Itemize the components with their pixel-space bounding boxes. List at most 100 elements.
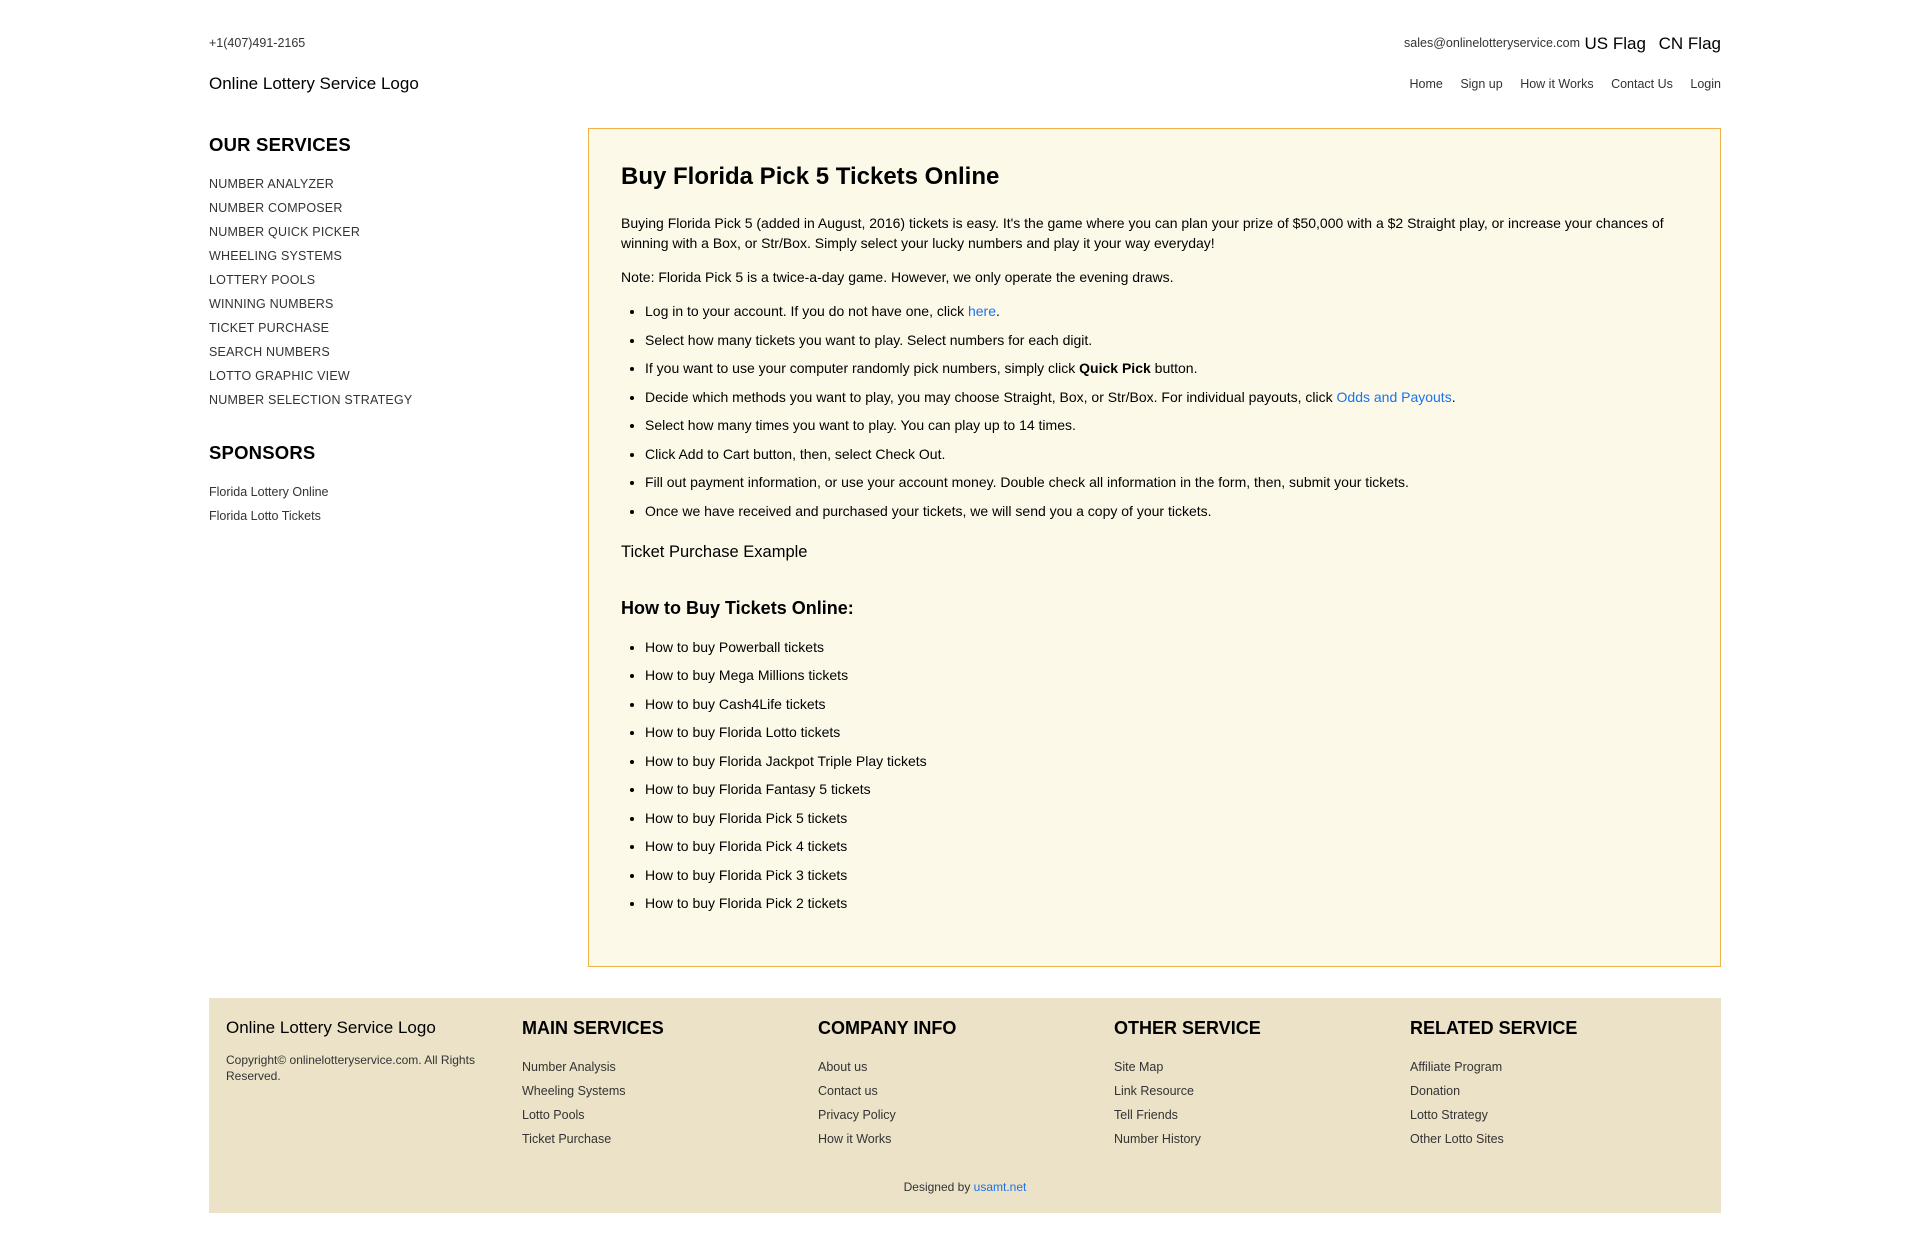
howto-item[interactable]: How to buy Powerball tickets: [645, 637, 1688, 657]
sidebar-item-search-numbers[interactable]: SEARCH NUMBERS: [209, 340, 569, 364]
sidebar-item-wheeling-systems[interactable]: WHEELING SYSTEMS: [209, 244, 569, 268]
footer-link-text[interactable]: Site Map: [1114, 1060, 1163, 1074]
sidebar-link[interactable]: WHEELING SYSTEMS: [209, 249, 342, 263]
footer-link-text[interactable]: Number Analysis: [522, 1060, 616, 1074]
howto-item[interactable]: How to buy Florida Fantasy 5 tickets: [645, 779, 1688, 799]
howto-item[interactable]: How to buy Florida Pick 3 tickets: [645, 865, 1688, 885]
cn-flag-icon[interactable]: CN Flag: [1659, 34, 1721, 53]
sponsor-link[interactable]: Florida Lottery Online: [209, 485, 329, 499]
step-text: .: [996, 303, 1000, 319]
designer-link[interactable]: usamt.net: [974, 1180, 1027, 1194]
sidebar-link[interactable]: SEARCH NUMBERS: [209, 345, 330, 359]
sidebar: OUR SERVICES NUMBER ANALYZER NUMBER COMP…: [209, 130, 569, 528]
footer-link-text[interactable]: Ticket Purchase: [522, 1132, 611, 1146]
us-flag-icon[interactable]: US Flag: [1584, 34, 1645, 53]
services-heading: OUR SERVICES: [209, 134, 351, 155]
footer-link-text[interactable]: Other Lotto Sites: [1410, 1132, 1504, 1146]
footer-link-text[interactable]: How it Works: [818, 1132, 891, 1146]
footer-link[interactable]: Link Resource: [1114, 1079, 1394, 1103]
howto-item[interactable]: How to buy Florida Pick 4 tickets: [645, 836, 1688, 856]
footer-link-text[interactable]: Lotto Pools: [522, 1108, 585, 1122]
footer-link-text[interactable]: Link Resource: [1114, 1084, 1194, 1098]
howto-item[interactable]: How to buy Mega Millions tickets: [645, 665, 1688, 685]
footer-col-related-service: RELATED SERVICE Affiliate Program Donati…: [1410, 1018, 1690, 1151]
footer-col-other-service: OTHER SERVICE Site Map Link Resource Tel…: [1114, 1018, 1394, 1151]
footer-link[interactable]: How it Works: [818, 1127, 1098, 1151]
howto-item[interactable]: How to buy Florida Pick 2 tickets: [645, 893, 1688, 913]
footer-link[interactable]: Number History: [1114, 1127, 1394, 1151]
intro-paragraph: Buying Florida Pick 5 (added in August, …: [621, 215, 1664, 251]
footer-link[interactable]: Lotto Strategy: [1410, 1103, 1690, 1127]
footer-link[interactable]: Contact us: [818, 1079, 1098, 1103]
footer-link-text[interactable]: Tell Friends: [1114, 1108, 1178, 1122]
sidebar-link[interactable]: NUMBER COMPOSER: [209, 201, 343, 215]
footer-col-title: COMPANY INFO: [818, 1018, 957, 1038]
odds-payouts-link[interactable]: Odds and Payouts: [1337, 389, 1452, 405]
sidebar-link[interactable]: NUMBER QUICK PICKER: [209, 225, 360, 239]
ticket-purchase-example: Ticket Purchase Example: [621, 542, 808, 561]
nav-home[interactable]: Home: [1409, 77, 1442, 91]
footer-col-title: OTHER SERVICE: [1114, 1018, 1261, 1038]
sidebar-item-lotto-graphic-view[interactable]: LOTTO GRAPHIC VIEW: [209, 364, 569, 388]
footer-logo[interactable]: Online Lottery Service Logo: [226, 1018, 506, 1038]
designed-by: Designed by usamt.net: [209, 1180, 1721, 1194]
sponsor-link[interactable]: Florida Lotto Tickets: [209, 509, 321, 523]
designed-by-label: Designed by: [903, 1180, 974, 1194]
step-text: .: [1451, 388, 1456, 405]
sidebar-item-lottery-pools[interactable]: LOTTERY POOLS: [209, 268, 569, 292]
footer-link[interactable]: Site Map: [1114, 1055, 1394, 1079]
step-item: Select how many times you want to play. …: [645, 415, 1688, 435]
signup-here-link[interactable]: here: [968, 303, 996, 319]
page-title: Buy Florida Pick 5 Tickets Online: [621, 163, 1000, 190]
footer-link-text[interactable]: Contact us: [818, 1084, 878, 1098]
sidebar-link[interactable]: NUMBER ANALYZER: [209, 177, 334, 191]
footer-link[interactable]: Lotto Pools: [522, 1103, 802, 1127]
howto-item[interactable]: How to buy Florida Pick 5 tickets: [645, 808, 1688, 828]
nav-sign-up[interactable]: Sign up: [1460, 77, 1502, 91]
sidebar-item-number-quick-picker[interactable]: NUMBER QUICK PICKER: [209, 220, 569, 244]
footer-link-text[interactable]: Donation: [1410, 1084, 1460, 1098]
howto-item[interactable]: How to buy Florida Jackpot Triple Play t…: [645, 751, 1688, 771]
footer-link-text[interactable]: Wheeling Systems: [522, 1084, 626, 1098]
sidebar-link[interactable]: LOTTERY POOLS: [209, 273, 315, 287]
footer-link[interactable]: Affiliate Program: [1410, 1055, 1690, 1079]
footer-link[interactable]: Privacy Policy: [818, 1103, 1098, 1127]
sidebar-item-number-analyzer[interactable]: NUMBER ANALYZER: [209, 172, 569, 196]
howto-item[interactable]: How to buy Florida Lotto tickets: [645, 722, 1688, 742]
sidebar-item-ticket-purchase[interactable]: TICKET PURCHASE: [209, 316, 569, 340]
footer-col-title: RELATED SERVICE: [1410, 1018, 1578, 1038]
sponsor-item[interactable]: Florida Lottery Online: [209, 480, 569, 504]
footer-link[interactable]: Other Lotto Sites: [1410, 1127, 1690, 1151]
footer-link-text[interactable]: Privacy Policy: [818, 1108, 896, 1122]
site-logo[interactable]: Online Lottery Service Logo: [209, 74, 419, 94]
sponsor-item[interactable]: Florida Lotto Tickets: [209, 504, 569, 528]
footer-link[interactable]: Wheeling Systems: [522, 1079, 802, 1103]
nav-contact-us[interactable]: Contact Us: [1611, 77, 1673, 91]
email-link[interactable]: sales@onlinelotteryservice.com: [1404, 36, 1580, 50]
sidebar-link[interactable]: TICKET PURCHASE: [209, 321, 329, 335]
quick-pick-label: Quick Pick: [1079, 360, 1151, 376]
howto-item[interactable]: How to buy Cash4Life tickets: [645, 694, 1688, 714]
footer-link[interactable]: About us: [818, 1055, 1098, 1079]
footer-link-text[interactable]: About us: [818, 1060, 867, 1074]
nav-login[interactable]: Login: [1690, 77, 1721, 91]
step-text: Log in to your account. If you do not ha…: [645, 303, 968, 319]
footer-link[interactable]: Number Analysis: [522, 1055, 802, 1079]
footer-link[interactable]: Ticket Purchase: [522, 1127, 802, 1151]
nav-how-it-works[interactable]: How it Works: [1520, 77, 1593, 91]
sidebar-item-winning-numbers[interactable]: WINNING NUMBERS: [209, 292, 569, 316]
step-text: If you want to use your computer randoml…: [645, 360, 1080, 376]
step-item: If you want to use your computer randoml…: [645, 358, 1688, 378]
sidebar-link[interactable]: LOTTO GRAPHIC VIEW: [209, 369, 350, 383]
footer-link[interactable]: Donation: [1410, 1079, 1690, 1103]
footer-link[interactable]: Tell Friends: [1114, 1103, 1394, 1127]
sidebar-item-number-selection-strategy[interactable]: NUMBER SELECTION STRATEGY: [209, 388, 569, 412]
footer-link-text[interactable]: Number History: [1114, 1132, 1201, 1146]
sidebar-item-number-composer[interactable]: NUMBER COMPOSER: [209, 196, 569, 220]
main-content: Buy Florida Pick 5 Tickets Online Buying…: [588, 128, 1721, 967]
footer-link-text[interactable]: Affiliate Program: [1410, 1060, 1502, 1074]
sidebar-link[interactable]: NUMBER SELECTION STRATEGY: [209, 393, 412, 407]
footer: Online Lottery Service Logo Copyright© o…: [209, 998, 1721, 1213]
sidebar-link[interactable]: WINNING NUMBERS: [209, 297, 334, 311]
footer-link-text[interactable]: Lotto Strategy: [1410, 1108, 1488, 1122]
